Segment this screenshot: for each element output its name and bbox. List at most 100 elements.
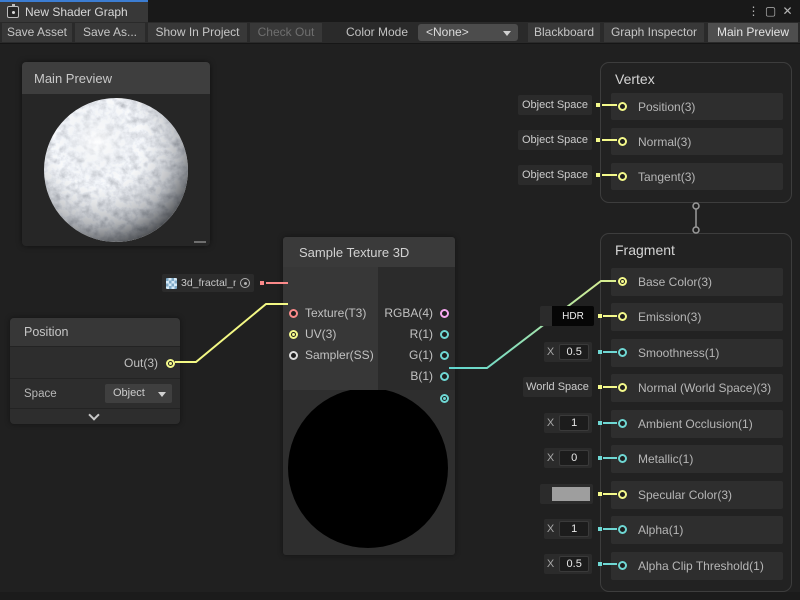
vertex-row-normal[interactable]: Normal(3) (611, 128, 783, 155)
input-uv-label: UV(3) (305, 327, 336, 341)
show-in-project-button[interactable]: Show In Project (148, 23, 247, 42)
fragment-row-ambient-occlusion[interactable]: Ambient Occlusion(1) (611, 410, 783, 438)
x-prefix: X (547, 452, 554, 464)
fragment-row-emission[interactable]: Emission(3) (611, 303, 783, 331)
alpha-clip-value-widget[interactable]: X 0.5 (544, 554, 592, 574)
fragment-row-alpha[interactable]: Alpha(1) (611, 516, 783, 544)
space-label: Space (24, 388, 57, 400)
fragment-row-specular-color[interactable]: Specular Color(3) (611, 481, 783, 509)
alpha-value-widget[interactable]: X 1 (544, 519, 592, 539)
output-rgba-label: RGBA(4) (384, 306, 433, 320)
tangent-space-widget[interactable]: Object Space (518, 165, 592, 185)
metallic-value-field[interactable]: 0 (559, 450, 589, 466)
blackboard-button[interactable]: Blackboard (528, 23, 600, 42)
graph-inspector-button[interactable]: Graph Inspector (604, 23, 704, 42)
ao-value-widget[interactable]: X 1 (544, 413, 592, 433)
port-alpha-clip[interactable] (618, 561, 627, 570)
normal-ws-space-widget[interactable]: World Space (523, 377, 592, 397)
toolbar: Save Asset Save As... Show In Project Ch… (0, 22, 800, 44)
main-preview-button[interactable]: Main Preview (708, 23, 798, 42)
menu-icon[interactable]: ⋮ (745, 4, 762, 18)
fragment-row-normal-ws[interactable]: Normal (World Space)(3) (611, 374, 783, 402)
main-preview-panel[interactable]: Main Preview (22, 62, 210, 246)
save-asset-button[interactable]: Save Asset (2, 23, 72, 42)
port-position[interactable] (618, 102, 627, 111)
title-bar: New Shader Graph ⋮ ▢ ✕ (0, 0, 800, 22)
object-picker-icon[interactable] (240, 278, 250, 288)
vertex-row-normal-label: Normal(3) (638, 135, 691, 149)
vertex-row-tangent[interactable]: Tangent(3) (611, 163, 783, 190)
alpha-clip-value-field[interactable]: 0.5 (559, 556, 589, 572)
port-sampler[interactable] (289, 351, 298, 360)
port-emission[interactable] (618, 312, 627, 321)
port-smoothness[interactable] (618, 348, 627, 357)
vertex-node[interactable]: Vertex Position(3) Normal(3) Tangent(3) (600, 62, 792, 203)
specular-color-widget[interactable] (540, 484, 593, 504)
alpha-value-field[interactable]: 1 (559, 521, 589, 537)
fragment-row-alpha-clip[interactable]: Alpha Clip Threshold(1) (611, 552, 783, 580)
graph-bottom-edge (0, 592, 800, 600)
position-node-header[interactable]: Position (10, 318, 180, 346)
port-normal[interactable] (618, 137, 627, 146)
fragment-row-base-color[interactable]: Base Color(3) (611, 268, 783, 296)
port-r[interactable] (440, 330, 449, 339)
port-a[interactable] (440, 394, 449, 403)
widget-dot (598, 421, 602, 425)
vertex-row-position[interactable]: Position(3) (611, 93, 783, 120)
port-uv[interactable] (289, 330, 298, 339)
main-preview-viewport[interactable] (22, 94, 210, 246)
widget-line (602, 104, 617, 106)
port-specular-color[interactable] (618, 490, 627, 499)
save-as-button[interactable]: Save As... (75, 23, 145, 42)
smoothness-value-field[interactable]: 0.5 (559, 344, 589, 360)
color-mode-dropdown[interactable]: <None> (418, 24, 518, 41)
port-normal-ws[interactable] (618, 383, 627, 392)
connector-top-knob[interactable] (693, 203, 699, 209)
sample-texture-3d-header[interactable]: Sample Texture 3D (283, 237, 455, 267)
texture-object-field[interactable]: 3d_fractal_n (162, 274, 254, 292)
port-tangent[interactable] (618, 172, 627, 181)
main-preview-title: Main Preview (34, 71, 112, 86)
emission-color-widget[interactable]: HDR (540, 306, 594, 326)
edge-position-to-uv[interactable] (175, 304, 288, 362)
port-texture[interactable] (289, 309, 298, 318)
resize-handle[interactable] (194, 241, 206, 243)
port-b[interactable] (440, 372, 449, 381)
color-mode-value: <None> (426, 25, 469, 39)
position-collapse-row[interactable] (10, 408, 180, 423)
port-out[interactable] (166, 359, 175, 368)
port-base-color[interactable] (618, 277, 627, 286)
output-r-label: R(1) (410, 327, 433, 341)
normal-space-widget[interactable]: Object Space (518, 130, 592, 150)
fragment-row-ambient-occlusion-label: Ambient Occlusion(1) (638, 417, 753, 431)
port-rgba[interactable] (440, 309, 449, 318)
fragment-node[interactable]: Fragment Base Color(3) Emission(3) Smoot… (600, 233, 792, 592)
tangent-space-widget-label: Object Space (522, 169, 588, 181)
close-icon[interactable]: ✕ (779, 4, 796, 18)
main-preview-header[interactable]: Main Preview (22, 62, 210, 94)
fragment-row-smoothness[interactable]: Smoothness(1) (611, 339, 783, 367)
metallic-value-widget[interactable]: X 0 (544, 448, 592, 468)
smoothness-value-widget[interactable]: X 0.5 (544, 342, 592, 362)
chevron-down-icon (503, 31, 511, 36)
port-metallic[interactable] (618, 454, 627, 463)
texture-thumbnail-icon (166, 278, 177, 289)
space-dropdown[interactable]: Object (105, 384, 172, 403)
maximize-icon[interactable]: ▢ (762, 4, 779, 18)
port-ambient-occlusion[interactable] (618, 419, 627, 428)
port-alpha[interactable] (618, 525, 627, 534)
output-g-label: G(1) (409, 348, 433, 362)
position-space-widget[interactable]: Object Space (518, 95, 592, 115)
position-node[interactable]: Position Out(3) Space Object (10, 318, 180, 424)
widget-dot (596, 138, 600, 142)
port-g[interactable] (440, 351, 449, 360)
widget-line (603, 493, 617, 495)
position-space-widget-label: Object Space (522, 99, 588, 111)
space-dropdown-value: Object (113, 387, 145, 399)
color-swatch[interactable] (552, 487, 590, 501)
ao-value-field[interactable]: 1 (559, 415, 589, 431)
tab-new-shader-graph[interactable]: New Shader Graph (0, 2, 148, 22)
sample-texture-3d-node[interactable]: Sample Texture 3D Texture(T3) UV(3) Samp… (283, 237, 455, 555)
fragment-row-metallic[interactable]: Metallic(1) (611, 445, 783, 473)
vertex-row-tangent-label: Tangent(3) (638, 170, 695, 184)
